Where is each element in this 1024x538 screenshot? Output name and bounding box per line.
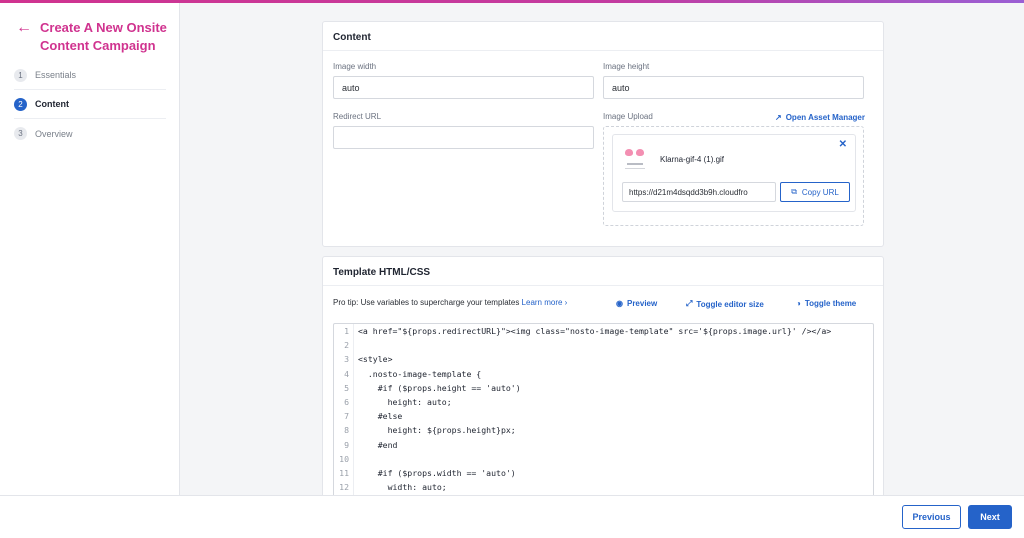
image-url-field[interactable]: https://d21m4dsqdd3b9h.cloudfro <box>622 182 776 202</box>
pro-tip-text: Pro tip: Use variables to supercharge yo… <box>333 298 520 307</box>
image-upload-label: Image Upload <box>603 112 653 121</box>
redirect-url-label: Redirect URL <box>333 112 382 121</box>
code-text: width: auto; <box>358 482 447 493</box>
step-overview[interactable]: 3 Overview <box>14 119 166 148</box>
step-list: 1 Essentials 2 Content 3 Overview <box>14 61 166 148</box>
toggle-editor-size-label: Toggle editor size <box>696 299 764 309</box>
divider <box>323 285 883 286</box>
pro-tip: Pro tip: Use variables to supercharge yo… <box>333 298 567 307</box>
line-number: 5 <box>334 380 354 395</box>
copy-icon: ⧉ <box>791 187 797 196</box>
line-number: 2 <box>334 338 354 353</box>
learn-more-link[interactable]: Learn more › <box>522 298 568 307</box>
image-thumbnail <box>623 149 647 171</box>
line-number: 8 <box>334 423 354 438</box>
image-width-label: Image width <box>333 62 377 71</box>
code-text: height: auto; <box>358 396 452 407</box>
line-number: 6 <box>334 394 354 410</box>
line-number: 11 <box>334 465 354 481</box>
preview-button[interactable]: ◉ Preview <box>616 299 657 308</box>
open-asset-manager-label: Open Asset Manager <box>785 113 865 122</box>
external-link-icon: ↗ <box>775 113 782 122</box>
code-text: #else <box>358 411 403 422</box>
code-line[interactable]: 7 #else <box>334 409 873 424</box>
code-line[interactable]: 6 height: auto; <box>334 394 873 410</box>
line-number: 10 <box>334 451 354 466</box>
code-text: #end <box>358 439 398 450</box>
step-label: Overview <box>35 128 73 139</box>
open-asset-manager-link[interactable]: ↗ Open Asset Manager <box>775 113 865 122</box>
resize-icon: ⤢ <box>686 299 693 308</box>
template-card-title: Template HTML/CSS <box>333 267 431 278</box>
code-text: height: ${props.height}px; <box>358 425 516 436</box>
divider <box>323 50 883 51</box>
code-line[interactable]: 2 <box>334 338 873 353</box>
back-link[interactable]: ← Create A New Onsite Content Campaign <box>16 19 170 55</box>
image-height-label: Image height <box>603 62 650 71</box>
step-label: Essentials <box>35 70 77 80</box>
step-content[interactable]: 2 Content <box>14 90 166 119</box>
toggle-editor-size-button[interactable]: ⤢ Toggle editor size <box>686 299 764 309</box>
line-number: 9 <box>334 437 354 452</box>
code-line[interactable]: 4 .nosto-image-template { <box>334 366 873 381</box>
file-name: Klarna-gif-4 (1).gif <box>660 155 725 164</box>
eye-icon: ◉ <box>616 299 623 308</box>
arrow-left-icon[interactable]: ← <box>16 19 32 55</box>
code-text: <style> <box>358 354 393 365</box>
code-line[interactable]: 12 width: auto; <box>334 480 873 495</box>
line-number: 12 <box>334 480 354 495</box>
template-card: Template HTML/CSS Pro tip: Use variables… <box>322 256 884 507</box>
line-number: 3 <box>334 352 354 367</box>
image-width-input[interactable]: auto <box>333 76 594 99</box>
preview-label: Preview <box>626 299 658 308</box>
copy-url-button[interactable]: ⧉ Copy URL <box>780 182 850 202</box>
code-text: <a href="${props.redirectURL}"><img clas… <box>358 326 832 336</box>
code-line[interactable]: 11 #if ($props.width == 'auto') <box>334 465 873 481</box>
sidebar: ← Create A New Onsite Content Campaign 1… <box>0 3 180 495</box>
step-number: 3 <box>14 127 27 140</box>
code-line[interactable]: 9 #end <box>334 437 873 452</box>
close-icon[interactable]: ✕ <box>839 139 847 150</box>
footer-bar: Previous Next <box>0 495 1024 538</box>
copy-url-label: Copy URL <box>801 187 839 197</box>
toggle-theme-label: Toggle theme <box>804 299 857 308</box>
code-text: .nosto-image-template { <box>358 368 482 379</box>
step-number: 2 <box>14 97 27 111</box>
code-line[interactable]: 10 <box>334 451 873 466</box>
image-upload-dropzone[interactable]: ✕ Klarna-gif-4 (1).gif https://d21m4dsqd… <box>603 126 864 226</box>
step-number: 1 <box>14 68 27 82</box>
page-title: Create A New Onsite Content Campaign <box>40 20 167 53</box>
previous-button[interactable]: Previous <box>902 505 961 529</box>
step-essentials[interactable]: 1 Essentials <box>14 61 166 90</box>
code-editor[interactable]: 1 <a href="${props.redirectURL}"><img cla… <box>333 323 874 507</box>
theme-icon: ◑ <box>796 299 801 308</box>
code-line[interactable]: 5 #if ($props.height == 'auto') <box>334 380 873 395</box>
line-number: 4 <box>334 366 354 381</box>
content-card-title: Content <box>333 32 371 43</box>
code-line[interactable]: 1 <a href="${props.redirectURL}"><img cla… <box>334 324 873 339</box>
code-text: #if ($props.height == 'auto') <box>358 382 521 393</box>
line-number: 7 <box>334 409 354 424</box>
code-text: #if ($props.width == 'auto') <box>358 467 516 478</box>
line-number: 1 <box>334 324 354 339</box>
image-height-input[interactable]: auto <box>603 76 864 99</box>
step-label: Content <box>35 99 69 109</box>
next-button[interactable]: Next <box>968 505 1012 529</box>
redirect-url-input[interactable] <box>333 126 594 149</box>
code-line[interactable]: 8 height: ${props.height}px; <box>334 423 873 438</box>
code-line[interactable]: 3 <style> <box>334 352 873 367</box>
uploaded-file-panel: ✕ Klarna-gif-4 (1).gif https://d21m4dsqd… <box>612 134 856 212</box>
toggle-theme-button[interactable]: ◑ Toggle theme <box>796 299 856 308</box>
content-card: Content Image width auto Image height au… <box>322 21 884 247</box>
